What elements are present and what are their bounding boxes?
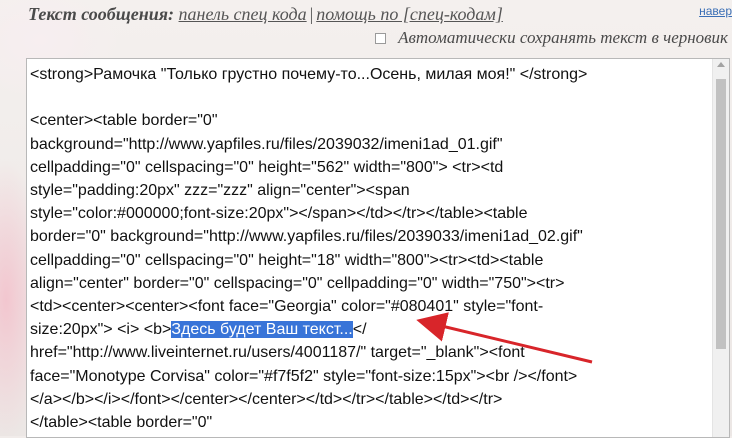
- autosave-checkbox[interactable]: [375, 32, 387, 44]
- vertical-scrollbar[interactable]: [712, 59, 729, 437]
- scroll-up-arrow-icon[interactable]: [717, 62, 725, 67]
- code-block-after-selection: href="http://www.liveinternet.ru/users/4…: [30, 344, 578, 432]
- scroll-thumb[interactable]: [716, 79, 726, 349]
- header-separator: |: [309, 4, 314, 24]
- special-codes-help-link[interactable]: помощь по [спец-кодам]: [316, 4, 503, 24]
- message-text-title: Текст сообщения:: [28, 4, 175, 24]
- code-block-before-selection: <strong>Рамочка "Только грустно почему-т…: [30, 66, 588, 339]
- autosave-option[interactable]: Автоматически сохранять текст в черновик: [375, 28, 728, 48]
- autosave-label: Автоматически сохранять текст в черновик: [398, 28, 728, 47]
- code-after-selection: </: [352, 321, 367, 339]
- message-textarea[interactable]: <strong>Рамочка "Только грустно почему-т…: [26, 58, 730, 438]
- top-nav-link[interactable]: навер: [699, 4, 732, 18]
- code-text: <strong>Рамочка "Только грустно почему-т…: [30, 63, 710, 437]
- message-header: Текст сообщения: панель спец кода | помощь…: [28, 4, 503, 26]
- special-code-panel-link[interactable]: панель спец кода: [179, 4, 307, 24]
- selected-text: Здесь будет Ваш текст...: [171, 321, 353, 339]
